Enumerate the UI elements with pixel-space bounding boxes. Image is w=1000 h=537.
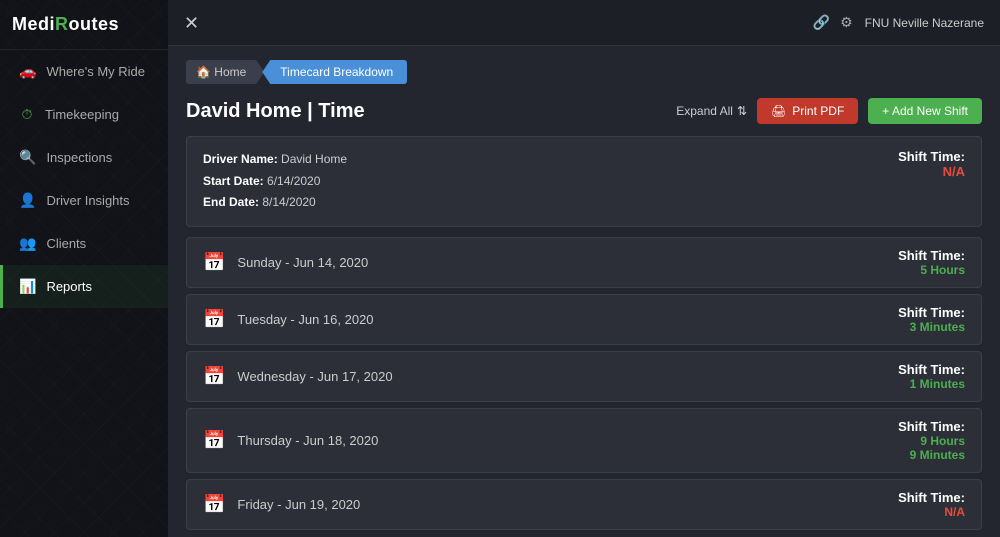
topbar-left: ✕ bbox=[184, 14, 199, 32]
end-date-row: End Date: 8/14/2020 bbox=[203, 192, 347, 214]
inspections-label: Inspections bbox=[46, 150, 112, 165]
add-shift-button[interactable]: + Add New Shift bbox=[868, 98, 982, 124]
inspections-icon: 🔍 bbox=[19, 149, 36, 166]
driver-name-value: David Home bbox=[281, 152, 347, 166]
driver-shift-time-value: N/A bbox=[898, 164, 965, 179]
shift-row-left-4: 📅 Friday - Jun 19, 2020 bbox=[203, 494, 360, 515]
expand-all-label: Expand All bbox=[676, 104, 733, 118]
shift-time-label-2: Shift Time: bbox=[898, 362, 965, 377]
content-area: 🏠 Home Timecard Breakdown David Home | T… bbox=[168, 46, 1000, 537]
shift-row[interactable]: 📅 Tuesday - Jun 16, 2020 Shift Time: 3 M… bbox=[186, 294, 982, 345]
timekeeping-label: Timekeeping bbox=[45, 107, 119, 122]
page-title: David Home | Time bbox=[186, 100, 365, 123]
driver-shift-time-label: Shift Time: bbox=[898, 149, 965, 164]
sidebar: MediRoutes 🚗 Where's My Ride ⏱ Timekeepi… bbox=[0, 0, 168, 537]
print-label: Print PDF bbox=[792, 104, 844, 118]
shift-row-right-0: Shift Time: 5 Hours bbox=[898, 248, 965, 277]
shift-date-2: Wednesday - Jun 17, 2020 bbox=[237, 369, 392, 384]
clients-label: Clients bbox=[46, 236, 86, 251]
driver-info-left: Driver Name: David Home Start Date: 6/14… bbox=[203, 149, 347, 214]
user-name: FNU Neville Nazerane bbox=[865, 16, 984, 30]
end-date-label: End Date: bbox=[203, 195, 262, 209]
calendar-icon-4: 📅 bbox=[203, 494, 225, 515]
gear-icon[interactable]: ⚙ bbox=[840, 14, 853, 31]
shift-row-right-3: Shift Time: 9 Hours 9 Minutes bbox=[898, 419, 965, 462]
shift-row-left-0: 📅 Sunday - Jun 14, 2020 bbox=[203, 252, 368, 273]
logo-area: MediRoutes bbox=[0, 0, 168, 50]
sort-icon: ⇅ bbox=[737, 104, 747, 118]
shift-date-0: Sunday - Jun 14, 2020 bbox=[237, 255, 368, 270]
start-date-row: Start Date: 6/14/2020 bbox=[203, 171, 347, 193]
breadcrumb-home[interactable]: 🏠 Home bbox=[186, 60, 264, 84]
breadcrumb-active: Timecard Breakdown bbox=[262, 60, 407, 84]
sidebar-item-reports[interactable]: 📊 Reports bbox=[0, 265, 168, 308]
expand-all-button[interactable]: Expand All ⇅ bbox=[676, 104, 747, 118]
driver-info-card: Driver Name: David Home Start Date: 6/14… bbox=[186, 136, 982, 227]
topbar-right: 🔗 ⚙ FNU Neville Nazerane bbox=[813, 14, 984, 31]
shift-row-right-1: Shift Time: 3 Minutes bbox=[898, 305, 965, 334]
shift-row[interactable]: 📅 Thursday - Jun 18, 2020 Shift Time: 9 … bbox=[186, 408, 982, 473]
shift-time-label-4: Shift Time: bbox=[898, 490, 965, 505]
main-content: ✕ 🔗 ⚙ FNU Neville Nazerane 🏠 Home Timeca… bbox=[168, 0, 1000, 537]
shift-date-3: Thursday - Jun 18, 2020 bbox=[237, 433, 378, 448]
print-icon: 🖨 bbox=[771, 104, 786, 118]
shift-row-left-2: 📅 Wednesday - Jun 17, 2020 bbox=[203, 366, 393, 387]
shift-date-1: Tuesday - Jun 16, 2020 bbox=[237, 312, 373, 327]
add-shift-label: + Add New Shift bbox=[882, 104, 968, 118]
driver-name-row: Driver Name: David Home bbox=[203, 149, 347, 171]
sidebar-item-driver-insights[interactable]: 👤 Driver Insights bbox=[0, 179, 168, 222]
shift-row-right-2: Shift Time: 1 Minutes bbox=[898, 362, 965, 391]
shift-row-left-3: 📅 Thursday - Jun 18, 2020 bbox=[203, 430, 378, 451]
calendar-icon-1: 📅 bbox=[203, 309, 225, 330]
shift-row[interactable]: 📅 Sunday - Jun 14, 2020 Shift Time: 5 Ho… bbox=[186, 237, 982, 288]
header-actions: Expand All ⇅ 🖨 Print PDF + Add New Shift bbox=[676, 98, 982, 124]
topbar: ✕ 🔗 ⚙ FNU Neville Nazerane bbox=[168, 0, 1000, 46]
reports-label: Reports bbox=[46, 279, 92, 294]
topbar-icons: 🔗 ⚙ bbox=[813, 14, 853, 31]
calendar-icon-3: 📅 bbox=[203, 430, 225, 451]
shift-row-right-4: Shift Time: N/A bbox=[898, 490, 965, 519]
wheres-my-ride-icon: 🚗 bbox=[19, 63, 36, 80]
calendar-icon-2: 📅 bbox=[203, 366, 225, 387]
driver-insights-label: Driver Insights bbox=[46, 193, 129, 208]
driver-info-right: Shift Time: N/A bbox=[898, 149, 965, 179]
page-header: David Home | Time Expand All ⇅ 🖨 Print P… bbox=[186, 98, 982, 124]
shift-time-value2-3: 9 Minutes bbox=[898, 448, 965, 462]
shift-time-value-4: N/A bbox=[898, 505, 965, 519]
shift-date-4: Friday - Jun 19, 2020 bbox=[237, 497, 360, 512]
sidebar-item-clients[interactable]: 👥 Clients bbox=[0, 222, 168, 265]
shift-time-value-1: 3 Minutes bbox=[898, 320, 965, 334]
shift-row[interactable]: 📅 Friday - Jun 19, 2020 Shift Time: N/A bbox=[186, 479, 982, 530]
timekeeping-icon: ⏱ bbox=[19, 106, 35, 123]
wheres-my-ride-label: Where's My Ride bbox=[46, 64, 145, 79]
close-button[interactable]: ✕ bbox=[184, 14, 199, 32]
breadcrumb: 🏠 Home Timecard Breakdown bbox=[186, 60, 982, 84]
shift-row[interactable]: 📅 Wednesday - Jun 17, 2020 Shift Time: 1… bbox=[186, 351, 982, 402]
start-date-label: Start Date: bbox=[203, 174, 267, 188]
end-date-value: 8/14/2020 bbox=[262, 195, 315, 209]
reports-icon: 📊 bbox=[19, 278, 36, 295]
sidebar-item-timekeeping[interactable]: ⏱ Timekeeping bbox=[0, 93, 168, 136]
calendar-icon-0: 📅 bbox=[203, 252, 225, 273]
shift-time-label-1: Shift Time: bbox=[898, 305, 965, 320]
sidebar-item-inspections[interactable]: 🔍 Inspections bbox=[0, 136, 168, 179]
shift-time-value-0: 5 Hours bbox=[898, 263, 965, 277]
shift-time-label-3: Shift Time: bbox=[898, 419, 965, 434]
driver-insights-icon: 👤 bbox=[19, 192, 36, 209]
settings-icon[interactable]: 🔗 bbox=[813, 14, 830, 31]
shift-row-left-1: 📅 Tuesday - Jun 16, 2020 bbox=[203, 309, 374, 330]
logo: MediRoutes bbox=[12, 14, 156, 35]
driver-name-label: Driver Name: bbox=[203, 152, 281, 166]
clients-icon: 👥 bbox=[19, 235, 36, 252]
shift-time-label-0: Shift Time: bbox=[898, 248, 965, 263]
print-pdf-button[interactable]: 🖨 Print PDF bbox=[757, 98, 858, 124]
sidebar-item-wheres-my-ride[interactable]: 🚗 Where's My Ride bbox=[0, 50, 168, 93]
shift-time-value1-3: 9 Hours bbox=[898, 434, 965, 448]
shift-time-value-2: 1 Minutes bbox=[898, 377, 965, 391]
start-date-value: 6/14/2020 bbox=[267, 174, 320, 188]
